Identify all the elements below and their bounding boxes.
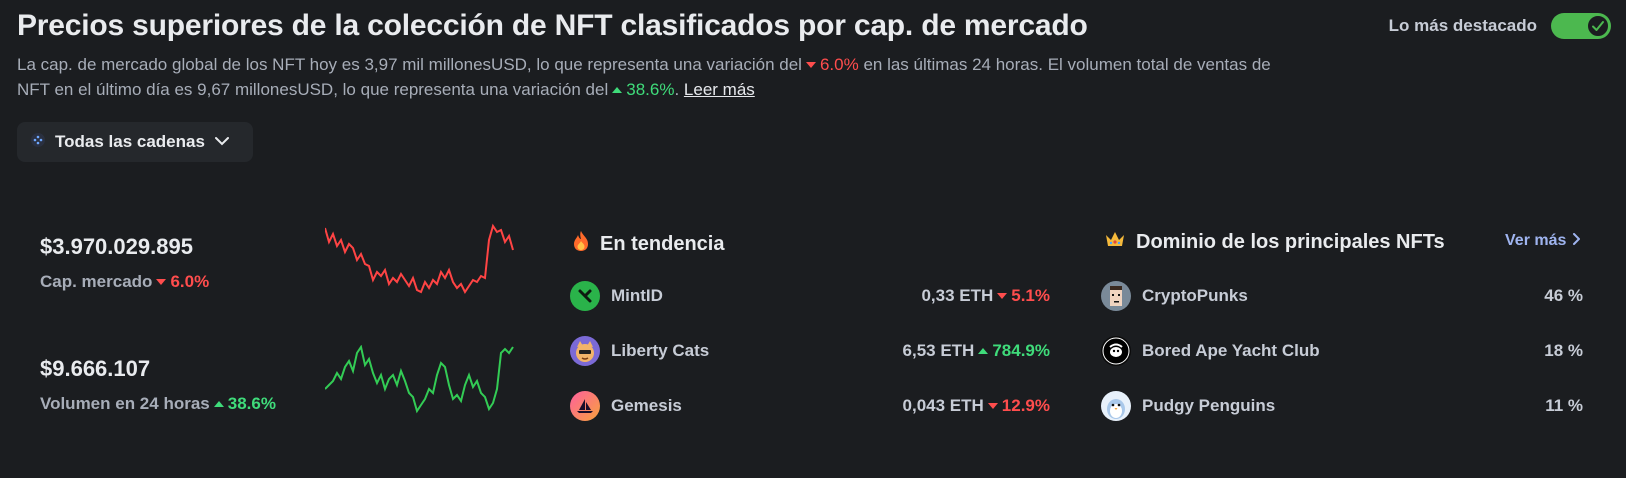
dominance-item-pudgy-penguins[interactable]: Pudgy Penguins 11 % bbox=[1101, 390, 1583, 422]
market-cap-sub: Cap. mercado 6.0% bbox=[40, 272, 209, 292]
market-cap-value: $3.970.029.895 bbox=[40, 234, 193, 259]
highlights-toggle-label: Lo más destacado bbox=[1388, 16, 1537, 35]
dominance-item-cryptopunks[interactable]: CryptoPunks 46 % bbox=[1101, 280, 1583, 312]
dominance-item-share: 11 % bbox=[1545, 396, 1583, 415]
up-arrow-icon bbox=[612, 86, 623, 93]
trending-item-price: 0,043 ETH bbox=[902, 396, 984, 415]
trending-item-change: 784.9% bbox=[992, 341, 1050, 360]
dominance-item-name: Bored Ape Yacht Club bbox=[1142, 341, 1320, 360]
dominance-title: Dominio de los principales NFTs bbox=[1104, 230, 1445, 254]
market-description: La cap. de mercado global de los NFT hoy… bbox=[17, 52, 1307, 102]
crown-icon bbox=[1104, 230, 1126, 254]
market-cap-sparkline bbox=[325, 223, 514, 294]
page-title: Precios superiores de la colección de NF… bbox=[17, 9, 1088, 42]
market-cap-change: 6.0% bbox=[170, 272, 210, 291]
dominance-title-text: Dominio de los principales NFTs bbox=[1136, 230, 1445, 253]
down-arrow-icon bbox=[156, 278, 167, 285]
check-icon bbox=[1586, 14, 1610, 38]
dominance-item-name: Pudgy Penguins bbox=[1142, 396, 1276, 415]
liberty-cats-icon bbox=[570, 336, 600, 366]
trending-item-price: 6,53 ETH bbox=[902, 341, 975, 360]
chain-filter-dropdown[interactable]: Todas las cadenas bbox=[17, 122, 253, 162]
trending-item-liberty-cats[interactable]: Liberty Cats 6,53 ETH 784.9% bbox=[570, 335, 1050, 367]
all-chains-icon bbox=[31, 132, 45, 152]
down-arrow-icon bbox=[987, 402, 998, 409]
description-text-1: La cap. de mercado global de los NFT hoy… bbox=[17, 55, 802, 74]
chevron-right-icon bbox=[1572, 232, 1581, 250]
volume-value: $9.666.107 bbox=[40, 356, 151, 381]
down-arrow-icon bbox=[997, 292, 1008, 299]
trending-item-name: Gemesis bbox=[611, 396, 682, 415]
dominance-item-name: CryptoPunks bbox=[1142, 286, 1248, 305]
trending-item-gemesis[interactable]: Gemesis 0,043 ETH 12.9% bbox=[570, 390, 1050, 422]
trending-item-change: 12.9% bbox=[1001, 396, 1050, 415]
highlights-toggle[interactable] bbox=[1551, 13, 1611, 39]
dominance-item-bayc[interactable]: Bored Ape Yacht Club 18 % bbox=[1101, 335, 1583, 367]
trending-item-mintid[interactable]: MintID 0,33 ETH 5.1% bbox=[570, 280, 1050, 312]
up-arrow-icon bbox=[213, 400, 224, 407]
description-text-3: . bbox=[674, 80, 680, 99]
chain-filter-label: Todas las cadenas bbox=[55, 132, 205, 151]
down-arrow-icon bbox=[805, 61, 816, 68]
see-more-label: Ver más bbox=[1505, 232, 1567, 249]
trending-item-name: Liberty Cats bbox=[611, 341, 710, 360]
trending-item-change: 5.1% bbox=[1011, 286, 1050, 305]
chevron-down-icon bbox=[214, 133, 229, 151]
trending-title: En tendencia bbox=[572, 230, 724, 258]
see-more-link[interactable]: Ver más bbox=[1505, 232, 1581, 250]
fire-icon bbox=[572, 230, 590, 258]
trending-title-text: En tendencia bbox=[600, 232, 725, 255]
volume-stat: $9.666.107 Volumen en 24 horas 38.6% bbox=[40, 356, 276, 414]
volume-sub: Volumen en 24 horas 38.6% bbox=[40, 394, 276, 414]
trending-item-price-change: 6,53 ETH 784.9% bbox=[903, 341, 1050, 361]
trending-item-price-change: 0,33 ETH 5.1% bbox=[921, 286, 1050, 306]
volume-change: 38.6% bbox=[227, 394, 276, 413]
pudgy-penguins-icon bbox=[1101, 391, 1131, 421]
dominance-item-share: 46 % bbox=[1544, 286, 1583, 305]
trending-item-name: MintID bbox=[611, 286, 663, 305]
up-arrow-icon bbox=[978, 347, 989, 354]
market-cap-change-inline: 6.0% bbox=[819, 55, 859, 74]
dominance-item-share: 18 % bbox=[1544, 341, 1583, 360]
market-cap-label: Cap. mercado bbox=[40, 272, 153, 291]
highlights-toggle-group: Lo más destacado bbox=[1389, 13, 1611, 39]
gemesis-icon bbox=[570, 391, 600, 421]
bayc-icon bbox=[1101, 336, 1131, 366]
volume-change-inline: 38.6% bbox=[626, 80, 675, 99]
cryptopunks-icon bbox=[1101, 281, 1131, 311]
mintid-icon bbox=[570, 281, 600, 311]
volume-sparkline bbox=[325, 345, 514, 414]
volume-label: Volumen en 24 horas bbox=[40, 394, 210, 413]
trending-item-price: 0,33 ETH bbox=[921, 286, 994, 305]
trending-item-price-change: 0,043 ETH 12.9% bbox=[903, 396, 1050, 416]
market-cap-stat: $3.970.029.895 Cap. mercado 6.0% bbox=[40, 234, 209, 292]
read-more-link[interactable]: Leer más bbox=[684, 80, 755, 99]
